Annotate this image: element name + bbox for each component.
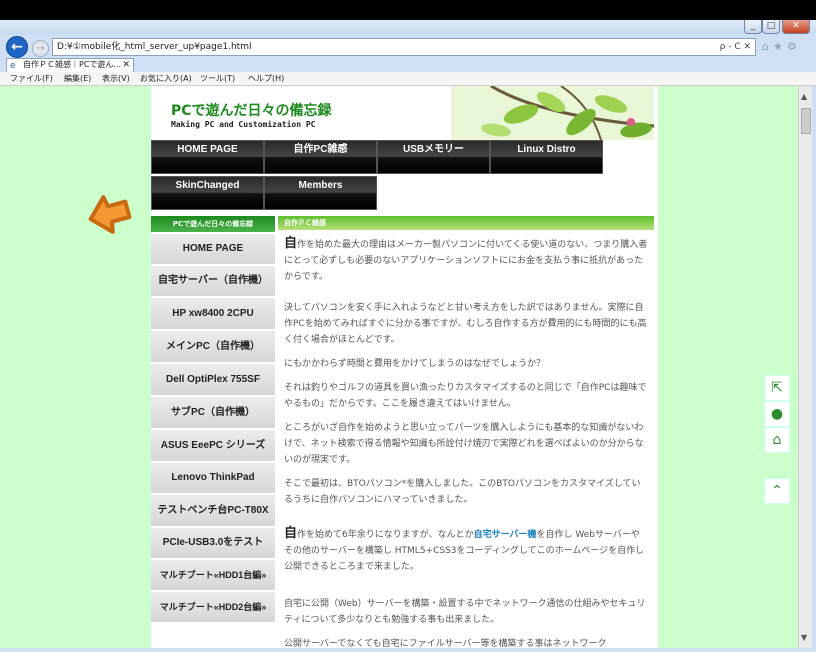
paragraph: にもかかわらず時間と費用をかけてしまうのはなぜでしょうか？ (284, 359, 546, 369)
address-bar[interactable]: D:¥①mobile化_html_server_up¥page1.html ρ … (52, 38, 756, 56)
vertical-scrollbar[interactable]: ▲ ▼ (798, 86, 812, 648)
home-star-gear-icons[interactable]: ⌂★⚙ (762, 40, 801, 53)
user-icon[interactable]: ● (764, 401, 790, 427)
site-subtitle: Making PC and Customization PC (171, 120, 316, 129)
sidebar-item-multiboot1[interactable]: マルチブート«HDD1台編» (151, 560, 275, 592)
browser-window: _ □ ✕ ← → D:¥①mobile化_html_server_up¥pag… (0, 20, 816, 652)
chevron-up-icon[interactable]: ⌃ (764, 478, 790, 504)
sidebar-item-subpc[interactable]: サブPC（自作機） (151, 397, 275, 430)
scroll-down-icon[interactable]: ▼ (801, 633, 807, 642)
tab-close-icon[interactable]: ✕ (122, 59, 130, 71)
paragraph: 公開サーバーでなくても自宅にファイルサーバー等を構築する事はネットワーク (284, 639, 607, 648)
sidebar-heading: PCで遊んだ日々の備忘録 (151, 216, 275, 232)
back-button[interactable]: ← (6, 36, 28, 58)
paragraph-text: 作を始めた最大の理由はメーカー製パソコンに付いてくる使い道のない、つまり購入者に… (284, 240, 648, 282)
server-link[interactable]: 自宅サーバー機 (474, 530, 537, 540)
menu-tools[interactable]: ツール(T) (200, 72, 235, 86)
sidebar-item-multiboot2[interactable]: マルチブート«HDD2台編» (151, 592, 275, 624)
sidebar-item-dell[interactable]: Dell OptiPlex 755SF (151, 364, 275, 397)
sidebar-item-mainpc[interactable]: メインPC（自作機） (151, 331, 275, 364)
address-icons[interactable]: ρ - C ✕ (720, 39, 751, 55)
drop-cap: 自 (284, 526, 298, 541)
nav-usb[interactable]: USBメモリー (377, 140, 490, 174)
tab-title: 自作ＰＣ雑感｜PCで遊ん... (23, 60, 122, 69)
main-heading: 自作ＰＣ雑感 (278, 216, 654, 230)
home-icon[interactable]: ⌂ (764, 427, 790, 453)
site-header: PCで遊んだ日々の備忘録 Making PC and Customization… (151, 86, 654, 140)
paragraph: ところがいざ自作を始めようと思い立ってパーツを購入しようにも基本的な知識がないわ… (284, 423, 644, 465)
menu-favorites[interactable]: お気に入り(A) (140, 72, 192, 86)
nav-home[interactable]: HOME PAGE (151, 140, 264, 174)
tab-active[interactable]: e 自作ＰＣ雑感｜PCで遊ん... ✕ (6, 58, 134, 72)
tab-bar: e 自作ＰＣ雑感｜PCで遊ん... ✕ (0, 58, 816, 72)
paragraph: それは釣りやゴルフの道具を買い漁ったりカスタマイズするのと同じで「自作PCは趣味… (284, 383, 647, 409)
header-leaves-image (451, 86, 654, 140)
menu-view[interactable]: 表示(V) (102, 72, 130, 86)
minimize-button[interactable]: _ (744, 20, 762, 34)
forward-button[interactable]: → (32, 40, 49, 57)
title-bar: _ □ ✕ (0, 20, 816, 34)
close-button[interactable]: ✕ (782, 20, 810, 34)
paragraph: 自宅に公開（Web）サーバーを構築・設置する中でネットワーク通信の仕組みやセキュ… (284, 599, 646, 625)
arrow-left-icon[interactable] (86, 190, 134, 238)
sidebar-item-thinkpad[interactable]: Lenovo ThinkPad (151, 463, 275, 495)
site-title[interactable]: PCで遊んだ日々の備忘録 (171, 100, 332, 120)
menu-help[interactable]: ヘルプ(H) (248, 72, 284, 86)
ie-icon: e (10, 61, 16, 71)
drop-cap: 自 (284, 236, 298, 251)
scroll-up-icon[interactable]: ▲ (801, 92, 807, 101)
page-viewport: PCで遊んだ日々の備忘録 Making PC and Customization… (0, 86, 798, 648)
menu-file[interactable]: ファイル(F) (10, 72, 53, 86)
nav-members[interactable]: Members (264, 176, 377, 210)
nav-skin[interactable]: SkinChanged (151, 176, 264, 210)
scroll-thumb[interactable] (801, 108, 811, 134)
share-icon[interactable]: ⇱ (764, 375, 790, 401)
sidebar-item-hp[interactable]: HP xw8400 2CPU (151, 298, 275, 331)
paragraph: そこで最初は、BTOパソコン*を購入しました。このBTOパソコンをカスタマイズし… (284, 479, 641, 505)
address-text: D:¥①mobile化_html_server_up¥page1.html (57, 42, 252, 52)
paragraph: 決してパソコンを安く手に入れようなどと甘い考え方をした訳ではありません。実際に自… (284, 303, 647, 345)
page-body: PCで遊んだ日々の備忘録 Making PC and Customization… (151, 86, 658, 648)
paragraph: 自作を始めた最大の理由はメーカー製パソコンに付いてくる使い道のない、つまり購入者… (284, 236, 648, 285)
sidebar-item-testbench[interactable]: テストベンチ台PC-T80X (151, 495, 275, 528)
maximize-button[interactable]: □ (762, 20, 780, 34)
paragraph: 自作を始めて6年余りになりますが、なんとか自宅サーバー機を自作し Webサーバー… (284, 526, 648, 575)
paragraph-text: 作を始めて6年余りになりますが、なんとか (297, 530, 474, 540)
sidebar-item-eeepc[interactable]: ASUS EeePC シリーズ (151, 430, 275, 463)
nav-linux[interactable]: Linux Distro (490, 140, 603, 174)
sidebar-item-server[interactable]: 自宅サーバー（自作機） (151, 266, 275, 298)
sidebar-item-home[interactable]: HOME PAGE (151, 234, 275, 266)
menu-bar: ファイル(F) 編集(E) 表示(V) お気に入り(A) ツール(T) ヘルプ(… (0, 72, 816, 86)
nav-jisaku[interactable]: 自作PC雑感 (264, 140, 377, 174)
sidebar-item-pcie[interactable]: PCIe-USB3.0をテスト (151, 528, 275, 560)
navigation-bar: ← → D:¥①mobile化_html_server_up¥page1.htm… (0, 34, 816, 58)
menu-edit[interactable]: 編集(E) (64, 72, 91, 86)
